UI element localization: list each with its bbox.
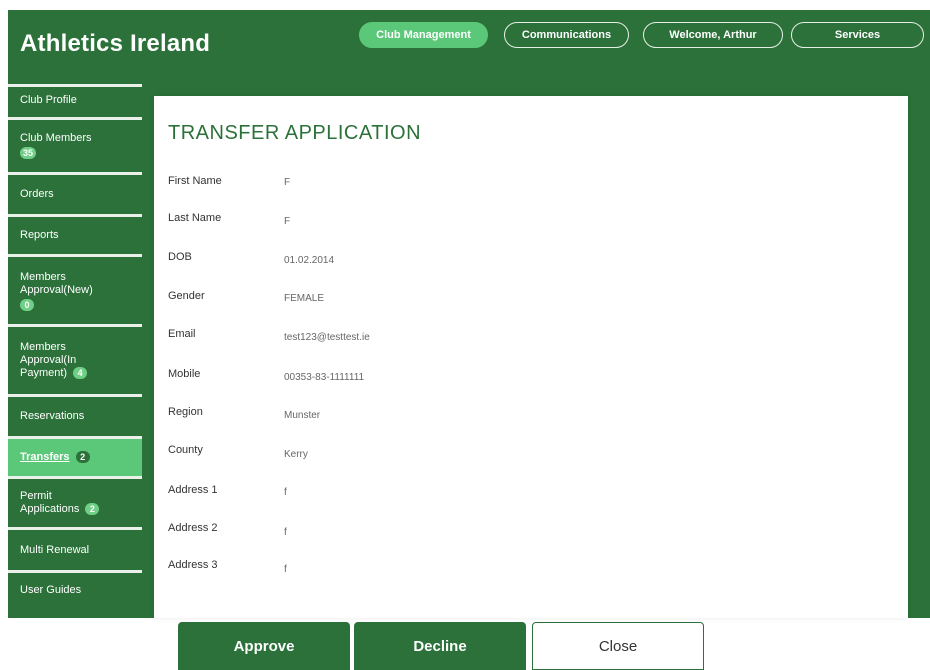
count-badge: 4: [73, 367, 88, 380]
sidebar-item-club-members[interactable]: Club Members 35: [8, 117, 142, 171]
count-badge: 35: [20, 147, 37, 159]
field-label-mobile: Mobile: [168, 368, 201, 380]
count-badge: 2: [85, 503, 100, 516]
transfer-application-card: TRANSFER APPLICATION First Name F Last N…: [154, 96, 908, 618]
count-badge: 0: [20, 298, 34, 311]
sidebar-item-members-approval-new[interactable]: Members Approval(New) 0: [8, 254, 142, 324]
sidebar-item-reservations[interactable]: Reservations: [8, 394, 142, 436]
app-window: Athletics Ireland Club Management Commun…: [0, 0, 930, 670]
field-value-address-3: f: [284, 564, 287, 575]
sidebar-item-label-line: Approval(In: [20, 354, 77, 366]
sidebar-item-permit-applications[interactable]: Permit Applications 2: [8, 476, 142, 527]
sidebar-item-label-line: Members: [20, 341, 66, 353]
close-button[interactable]: Close: [532, 622, 704, 670]
field-label-last-name: Last Name: [168, 212, 222, 224]
sidebar-item-label: Orders: [20, 188, 54, 200]
sidebar-item-label-line: Applications: [20, 503, 80, 515]
count-badge: 2: [75, 451, 90, 464]
field-value-gender: FEMALE: [284, 293, 325, 304]
sidebar-item-label: Multi Renewal: [20, 543, 90, 556]
sidebar-item-reports[interactable]: Reports: [8, 214, 142, 254]
sidebar-item-label: Reservations: [20, 410, 85, 422]
sidebar-item-label-line: Approval(New): [20, 283, 93, 296]
field-label-address-1: Address 1: [168, 484, 218, 496]
sidebar-item-label: Reports: [20, 229, 59, 241]
sidebar-item-user-guides[interactable]: User Guides: [8, 570, 142, 608]
sidebar-item-transfers[interactable]: Transfers 2: [8, 436, 142, 476]
sidebar-item-label: User Guides: [20, 584, 82, 596]
approve-button[interactable]: Approve: [178, 622, 350, 670]
field-label-address-3: Address 3: [168, 559, 218, 571]
field-label-first-name: First Name: [168, 175, 222, 187]
sidebar-item-label-line: Payment): [20, 367, 68, 379]
decline-button[interactable]: Decline: [354, 622, 526, 670]
field-value-mobile: 00353-83-1111111: [284, 372, 365, 383]
field-label-dob: DOB: [168, 251, 192, 263]
nav-welcome-user[interactable]: Welcome, Arthur: [643, 22, 783, 48]
sidebar-item-label: Club Profile: [20, 93, 77, 106]
page-title: TRANSFER APPLICATION: [168, 122, 422, 144]
sidebar-item-multi-renewal[interactable]: Multi Renewal: [8, 527, 142, 570]
field-value-address-2: f: [284, 527, 287, 538]
sidebar-item-label: Club Members: [20, 132, 92, 144]
sidebar-item-label-line: Members: [20, 270, 66, 283]
field-label-region: Region: [168, 406, 203, 418]
field-value-last-name: F: [284, 216, 291, 227]
field-value-region: Munster: [284, 410, 321, 421]
nav-services[interactable]: Services: [791, 22, 924, 48]
field-value-dob: 01.02.2014: [284, 255, 335, 266]
field-label-gender: Gender: [168, 290, 205, 302]
brand-title: Athletics Ireland: [20, 30, 211, 57]
sidebar-item-label-line: Permit: [20, 490, 52, 502]
sidebar-item-members-approval-in-payment[interactable]: Members Approval(In Payment) 4: [8, 324, 142, 394]
sidebar-item-orders[interactable]: Orders: [8, 172, 142, 214]
field-value-email: test123@testtest.ie: [284, 332, 370, 343]
field-value-address-1: f: [284, 487, 287, 498]
field-value-county: Kerry: [284, 449, 308, 460]
field-label-email: Email: [168, 328, 196, 340]
nav-club-management[interactable]: Club Management: [359, 22, 488, 48]
sidebar-item-club-profile[interactable]: Club Profile: [8, 84, 142, 113]
field-value-first-name: F: [284, 177, 291, 188]
field-label-address-2: Address 2: [168, 522, 218, 534]
nav-communications[interactable]: Communications: [504, 22, 629, 48]
sidebar-item-label: Transfers: [20, 451, 70, 463]
field-label-county: County: [168, 444, 203, 456]
